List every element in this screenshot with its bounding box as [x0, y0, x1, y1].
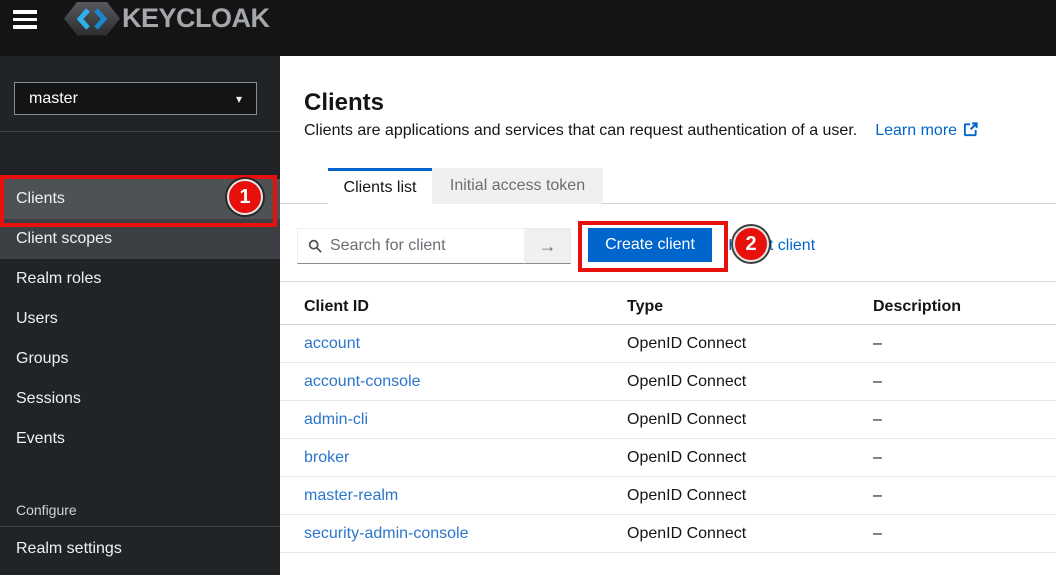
table-row: admin-cli OpenID Connect –: [280, 401, 1056, 439]
sidebar-divider: [0, 131, 280, 132]
table-header-row: Client ID Type Description: [280, 290, 1056, 325]
realm-selector[interactable]: master ▾: [14, 82, 257, 115]
sidebar-item-label: Sessions: [16, 390, 81, 408]
sidebar-item-label: Realm roles: [16, 270, 101, 288]
sidebar-item-label: Client scopes: [16, 230, 112, 248]
chevron-down-icon: ▾: [236, 92, 242, 106]
tab-clients-list[interactable]: Clients list: [328, 168, 432, 204]
sidebar: master ▾ Manage Clients Client scopes Re…: [0, 56, 280, 575]
page-description: Clients are applications and services th…: [304, 122, 978, 142]
sidebar-divider: [0, 526, 280, 527]
sidebar-item-users[interactable]: Users: [0, 299, 280, 339]
keycloak-logo: KEYCLOAK: [64, 1, 270, 36]
search-box: [297, 228, 525, 264]
main-content: Clients Clients are applications and ser…: [280, 56, 1056, 575]
client-link-account-console[interactable]: account-console: [304, 373, 421, 390]
page-description-text: Clients are applications and services th…: [304, 122, 857, 139]
tab-initial-access-token[interactable]: Initial access token: [432, 168, 603, 204]
tab-label: Initial access token: [450, 177, 585, 195]
sidebar-item-sessions[interactable]: Sessions: [0, 379, 280, 419]
keycloak-hexagon-icon: [64, 2, 120, 36]
table-row: security-admin-console OpenID Connect –: [280, 515, 1056, 553]
external-link-icon: [963, 122, 978, 142]
nav-section-configure: Configure: [16, 502, 77, 518]
sidebar-item-events[interactable]: Events: [0, 419, 280, 459]
masthead: KEYCLOAK: [0, 0, 1056, 56]
sidebar-item-groups[interactable]: Groups: [0, 339, 280, 379]
tab-label: Clients list: [344, 179, 417, 197]
client-type: OpenID Connect: [627, 525, 873, 543]
client-description: –: [873, 487, 1056, 505]
import-client-link[interactable]: Import client: [728, 237, 815, 255]
client-description: –: [873, 525, 1056, 543]
sidebar-item-label: Events: [16, 430, 65, 448]
client-description: –: [873, 335, 1056, 353]
sidebar-item-realm-roles[interactable]: Realm roles: [0, 259, 280, 299]
table-row: master-realm OpenID Connect –: [280, 477, 1056, 515]
sidebar-item-label: Realm settings: [16, 540, 122, 558]
clients-table: Client ID Type Description account OpenI…: [280, 290, 1056, 553]
nav-toggle-hamburger-icon[interactable]: [13, 10, 37, 29]
client-link-account[interactable]: account: [304, 335, 360, 352]
client-description: –: [873, 373, 1056, 391]
realm-selector-value: master: [29, 90, 78, 108]
sidebar-item-realm-settings[interactable]: Realm settings: [0, 529, 280, 569]
page-title: Clients: [304, 89, 384, 117]
sidebar-item-label: Clients: [16, 190, 65, 208]
search-submit-button[interactable]: →: [525, 228, 571, 264]
sidebar-item-client-scopes[interactable]: Client scopes: [0, 219, 280, 259]
sidebar-item-label: Users: [16, 310, 58, 328]
learn-more-link[interactable]: Learn more: [875, 122, 978, 139]
client-type: OpenID Connect: [627, 487, 873, 505]
client-type: OpenID Connect: [627, 449, 873, 467]
client-type: OpenID Connect: [627, 335, 873, 353]
toolbar-divider: [280, 281, 1056, 282]
client-link-broker[interactable]: broker: [304, 449, 349, 466]
client-link-admin-cli[interactable]: admin-cli: [304, 411, 368, 428]
table-row: account-console OpenID Connect –: [280, 363, 1056, 401]
brand-text: KEYCLOAK: [122, 3, 270, 34]
client-search-group: →: [297, 228, 571, 264]
client-description: –: [873, 449, 1056, 467]
header-description: Description: [873, 298, 1056, 316]
client-type: OpenID Connect: [627, 373, 873, 391]
create-client-button[interactable]: Create client: [588, 228, 712, 262]
client-type: OpenID Connect: [627, 411, 873, 429]
sidebar-item-label: Groups: [16, 350, 68, 368]
header-client-id: Client ID: [280, 298, 627, 316]
client-link-security-admin-console[interactable]: security-admin-console: [304, 525, 469, 542]
client-link-master-realm[interactable]: master-realm: [304, 487, 398, 504]
table-row: broker OpenID Connect –: [280, 439, 1056, 477]
arrow-right-icon: →: [539, 236, 557, 257]
search-input[interactable]: [330, 237, 516, 255]
search-icon: [308, 239, 322, 253]
learn-more-label: Learn more: [875, 122, 957, 139]
table-row: account OpenID Connect –: [280, 325, 1056, 363]
header-type: Type: [627, 298, 873, 316]
client-description: –: [873, 411, 1056, 429]
sidebar-item-clients[interactable]: Clients: [0, 179, 280, 219]
